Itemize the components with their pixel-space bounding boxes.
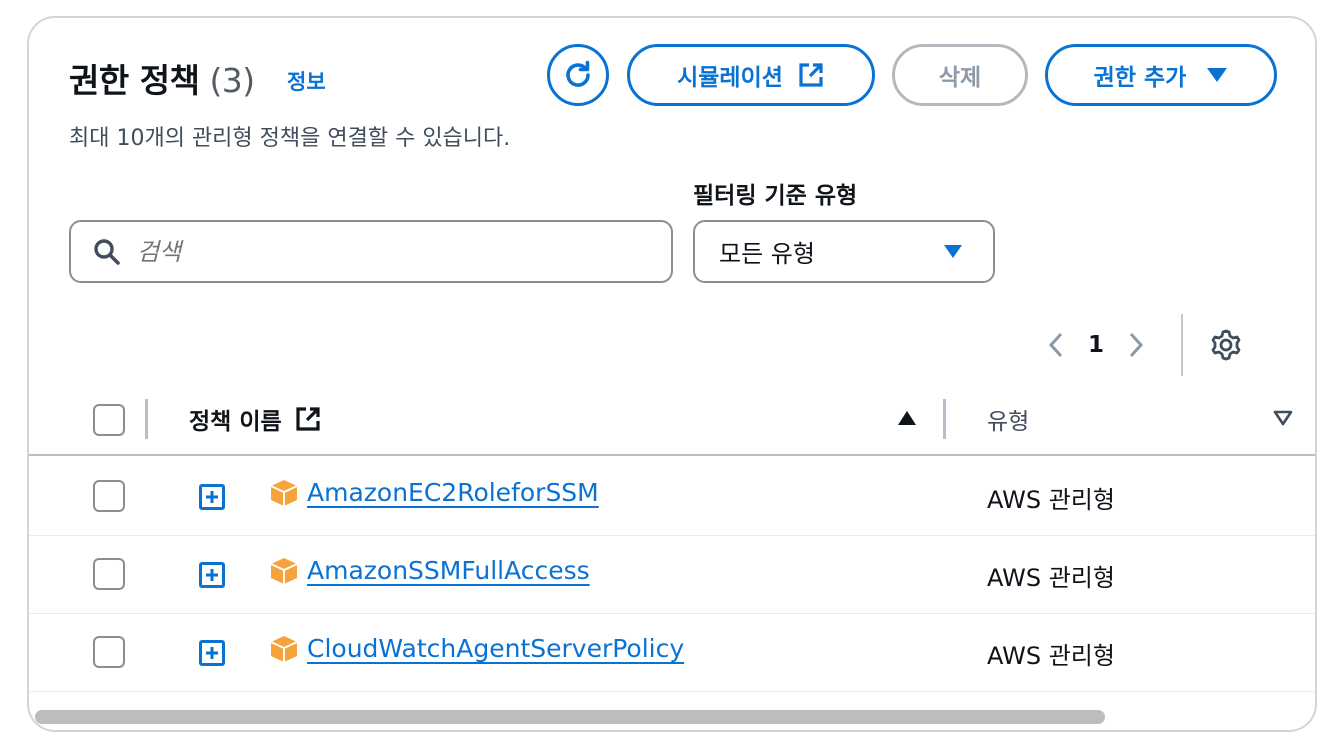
table-row: CloudWatchAgentServerPolicy AWS 관리형 bbox=[29, 614, 1315, 692]
horizontal-scrollbar[interactable] bbox=[35, 710, 1105, 724]
panel-title: 권한 정책 (3) bbox=[69, 54, 255, 102]
row-checkbox[interactable] bbox=[93, 636, 125, 668]
sort-ascending-icon[interactable] bbox=[897, 410, 917, 426]
aws-managed-policy-icon bbox=[269, 556, 299, 586]
pagination: 1 bbox=[1041, 314, 1243, 376]
row-checkbox[interactable] bbox=[93, 480, 125, 512]
refresh-button[interactable] bbox=[547, 44, 609, 106]
add-permission-label: 권한 추가 bbox=[1093, 65, 1187, 91]
column-header-type[interactable]: 유형 bbox=[987, 402, 1029, 436]
expand-row-button[interactable] bbox=[199, 562, 225, 588]
search-icon bbox=[94, 238, 120, 265]
row-checkbox[interactable] bbox=[93, 558, 125, 590]
chevron-right-icon bbox=[1129, 332, 1144, 358]
add-permission-button[interactable]: 권한 추가 bbox=[1045, 44, 1277, 106]
policy-count: (3) bbox=[209, 61, 255, 100]
caret-down-icon bbox=[1206, 67, 1228, 83]
policy-link[interactable]: AmazonSSMFullAccess bbox=[307, 556, 590, 585]
aws-managed-policy-icon bbox=[269, 478, 299, 508]
caret-down-icon bbox=[943, 244, 963, 259]
policy-name-header-label: 정책 이름 bbox=[189, 409, 282, 435]
simulation-label: 시뮬레이션 bbox=[677, 65, 783, 91]
plus-icon bbox=[206, 491, 218, 503]
policy-type-cell: AWS 관리형 bbox=[987, 564, 1115, 592]
gear-icon bbox=[1211, 329, 1241, 361]
expand-row-button[interactable] bbox=[199, 484, 225, 510]
policy-link[interactable]: AmazonEC2RoleforSSM bbox=[307, 478, 599, 507]
permissions-policies-panel: 권한 정책 (3) 정보 최대 10개의 관리형 정책을 연결할 수 있습니다.… bbox=[27, 16, 1317, 732]
refresh-icon bbox=[566, 60, 590, 87]
aws-managed-policy-icon bbox=[269, 634, 299, 664]
column-divider bbox=[943, 399, 946, 439]
previous-page-button[interactable] bbox=[1041, 330, 1071, 360]
current-page[interactable]: 1 bbox=[1071, 332, 1121, 358]
sort-descending-icon[interactable] bbox=[1273, 410, 1293, 426]
pagination-divider bbox=[1181, 314, 1183, 376]
plus-icon bbox=[206, 647, 218, 659]
column-header-policy-name[interactable]: 정책 이름 bbox=[189, 402, 322, 436]
filter-type-label: 필터링 기준 유형 bbox=[693, 183, 858, 209]
column-divider bbox=[145, 399, 148, 439]
table-header: 정책 이름 유형 bbox=[29, 384, 1315, 456]
type-filter-select[interactable]: 모든 유형 bbox=[693, 220, 995, 283]
table-row: AmazonEC2RoleforSSM AWS 관리형 bbox=[29, 458, 1315, 536]
policy-type-cell: AWS 관리형 bbox=[987, 642, 1115, 670]
select-all-checkbox[interactable] bbox=[93, 404, 125, 436]
plus-icon bbox=[206, 569, 218, 581]
next-page-button[interactable] bbox=[1121, 330, 1151, 360]
info-link[interactable]: 정보 bbox=[287, 66, 326, 96]
table-settings-button[interactable] bbox=[1209, 328, 1243, 362]
search-input[interactable] bbox=[137, 237, 637, 266]
table-row: AmazonSSMFullAccess AWS 관리형 bbox=[29, 536, 1315, 614]
external-link-icon bbox=[797, 61, 825, 89]
panel-description: 최대 10개의 관리형 정책을 연결할 수 있습니다. bbox=[69, 126, 511, 151]
type-filter-value: 모든 유형 bbox=[719, 240, 815, 268]
simulation-button[interactable]: 시뮬레이션 bbox=[627, 44, 875, 106]
expand-row-button[interactable] bbox=[199, 640, 225, 666]
policy-link[interactable]: CloudWatchAgentServerPolicy bbox=[307, 634, 684, 663]
search-box[interactable] bbox=[69, 220, 673, 283]
policy-type-cell: AWS 관리형 bbox=[987, 486, 1115, 514]
chevron-left-icon bbox=[1048, 332, 1063, 358]
delete-button[interactable]: 삭제 bbox=[892, 44, 1028, 106]
panel-title-text: 권한 정책 bbox=[69, 61, 200, 100]
external-link-icon bbox=[294, 405, 322, 433]
